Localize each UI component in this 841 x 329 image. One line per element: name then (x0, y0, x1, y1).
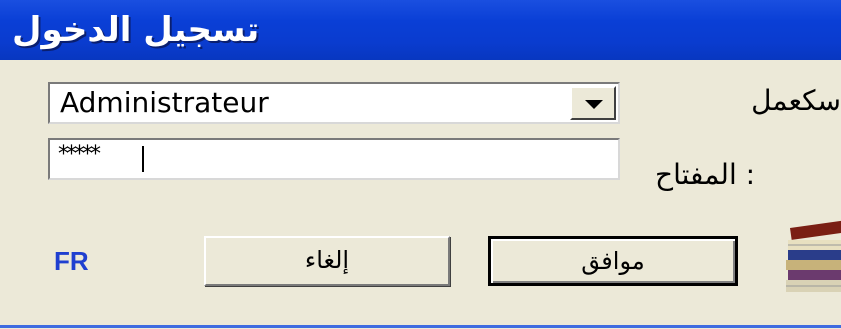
password-label: : المفتاح (655, 158, 756, 191)
ok-button[interactable]: موافق (488, 236, 738, 286)
bottom-divider (0, 325, 841, 328)
username-combobox[interactable]: Administrateur (48, 82, 620, 124)
password-value: ***** (58, 142, 101, 167)
window-title: تسجيل الدخول (12, 10, 260, 50)
username-label: سكعمل (751, 84, 841, 117)
books-icon (780, 220, 841, 300)
password-field[interactable]: ***** (48, 138, 620, 180)
dropdown-button[interactable] (570, 86, 616, 120)
cancel-button[interactable]: إلغاء (204, 236, 450, 286)
login-dialog: Administrateur سكعمل ***** : المفتاح FR … (0, 60, 841, 329)
text-caret (142, 146, 144, 172)
language-toggle-fr[interactable]: FR (54, 246, 89, 277)
chevron-down-icon (585, 100, 603, 109)
title-bar: تسجيل الدخول (0, 0, 841, 60)
username-value: Administrateur (60, 86, 269, 119)
